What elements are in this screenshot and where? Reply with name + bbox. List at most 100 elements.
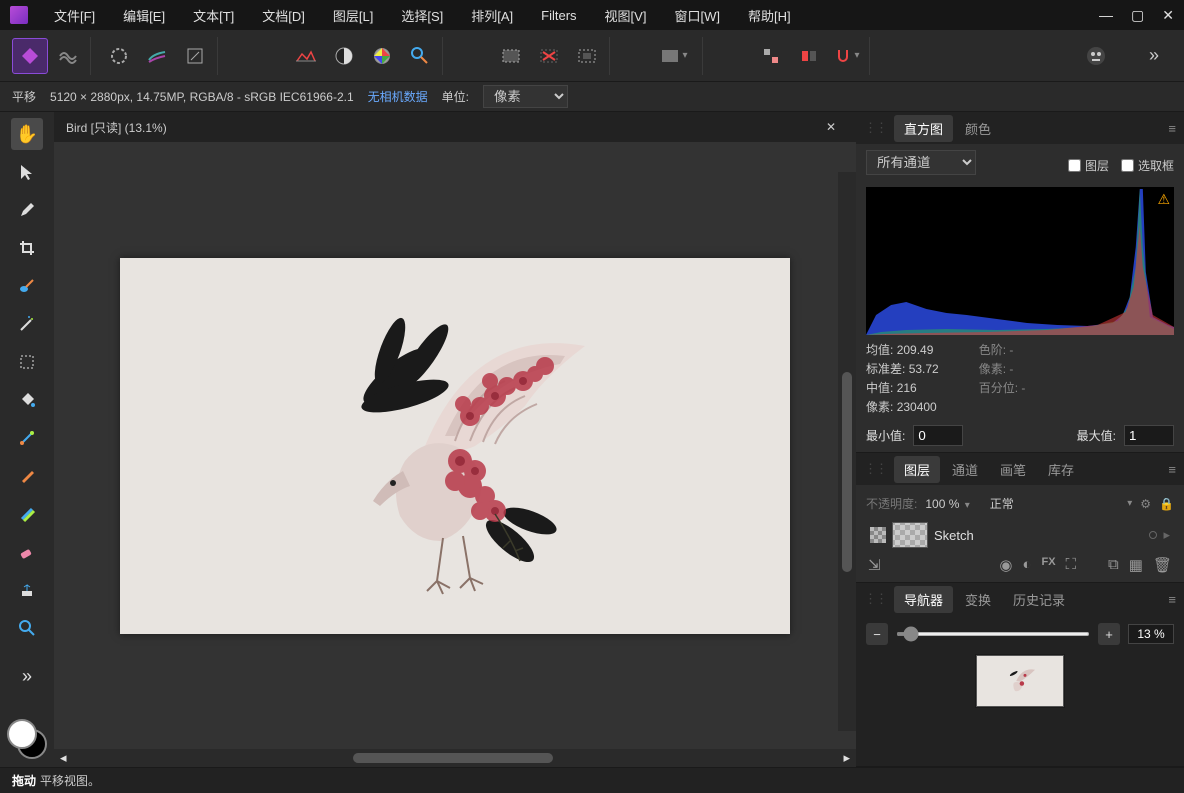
- color-wheel-icon[interactable]: [364, 38, 400, 74]
- tab-brushes[interactable]: 画笔: [990, 456, 1036, 483]
- adjustment-icon[interactable]: ◐: [1022, 556, 1031, 574]
- clone-tool[interactable]: [11, 574, 43, 606]
- gear-icon[interactable]: ⚙: [1140, 497, 1151, 511]
- panel-menu-icon[interactable]: ≡: [1168, 121, 1176, 136]
- delete-icon[interactable]: 🗑: [1153, 556, 1172, 574]
- histogram-selection-check[interactable]: 选取框: [1121, 157, 1174, 174]
- tab-stock[interactable]: 库存: [1038, 456, 1084, 483]
- layer-name[interactable]: Sketch: [934, 528, 1143, 543]
- opacity-value[interactable]: 100 % ▾: [925, 497, 969, 511]
- fx-icon[interactable]: FX: [1041, 556, 1055, 574]
- histogram-channel-select[interactable]: 所有通道: [866, 150, 976, 175]
- zoom-in-button[interactable]: +: [1098, 623, 1120, 645]
- move-tool[interactable]: [11, 156, 43, 188]
- panel-menu-icon[interactable]: ≡: [1168, 462, 1176, 477]
- tab-histogram[interactable]: 直方图: [894, 115, 953, 142]
- navigator-thumbnail[interactable]: [976, 655, 1064, 707]
- auto-levels-icon[interactable]: [101, 38, 137, 74]
- arrange-flip-icon[interactable]: [791, 38, 827, 74]
- menu-view[interactable]: 视图[V]: [591, 6, 661, 25]
- layer-expand-icon[interactable]: ▸: [1163, 527, 1170, 543]
- contrast-adjust-icon[interactable]: [326, 38, 362, 74]
- white-balance-icon[interactable]: [402, 38, 438, 74]
- menu-window[interactable]: 窗口[W]: [660, 6, 734, 25]
- mask-icon[interactable]: ◉: [999, 556, 1012, 574]
- tab-color[interactable]: 颜色: [955, 115, 1001, 142]
- persona-liquify-icon[interactable]: [50, 38, 86, 74]
- layer-item[interactable]: Sketch ▸: [866, 518, 1174, 552]
- zoom-out-button[interactable]: −: [866, 623, 888, 645]
- selection-invert-icon[interactable]: [569, 38, 605, 74]
- arrange-align-icon[interactable]: [753, 38, 789, 74]
- flood-fill-tool[interactable]: [11, 384, 43, 416]
- selection-all-icon[interactable]: [493, 38, 529, 74]
- eraser-tool[interactable]: [11, 536, 43, 568]
- paintbrush-tool[interactable]: [11, 194, 43, 226]
- min-input[interactable]: [913, 425, 963, 446]
- hand-tool[interactable]: ✋: [11, 118, 43, 150]
- menu-text[interactable]: 文本[T]: [179, 6, 248, 25]
- duplicate-icon[interactable]: ⧉: [1108, 556, 1119, 574]
- zoom-slider[interactable]: [896, 632, 1090, 636]
- group-icon[interactable]: ▦: [1129, 556, 1143, 574]
- menu-layer[interactable]: 图层[L]: [319, 6, 387, 25]
- layer-tag-icon[interactable]: [1149, 531, 1157, 539]
- panel-grip-icon[interactable]: ⋮⋮: [864, 591, 886, 607]
- snap-toggle-icon[interactable]: ▾: [829, 38, 865, 74]
- panel-grip-icon[interactable]: ⋮⋮: [864, 461, 886, 477]
- units-select[interactable]: 像素: [483, 85, 568, 108]
- tools-overflow[interactable]: »: [11, 660, 43, 692]
- window-minimize-icon[interactable]: —: [1099, 7, 1113, 24]
- tab-channels[interactable]: 通道: [942, 456, 988, 483]
- window-close-icon[interactable]: ✕: [1162, 7, 1174, 24]
- max-input[interactable]: [1124, 425, 1174, 446]
- quickmask-icon[interactable]: ▾: [650, 38, 698, 74]
- window-maximize-icon[interactable]: ▢: [1131, 7, 1144, 24]
- camera-data-link[interactable]: 无相机数据: [368, 88, 428, 105]
- marquee-tool[interactable]: [11, 346, 43, 378]
- menu-document[interactable]: 文档[D]: [248, 6, 319, 25]
- account-icon[interactable]: [1078, 38, 1114, 74]
- layers-merge-icon[interactable]: ⇲: [868, 556, 881, 574]
- selection-deselect-icon[interactable]: [531, 38, 567, 74]
- canvas-scrollbar-h[interactable]: ◂▸: [54, 749, 856, 767]
- persona-photo-icon[interactable]: [12, 38, 48, 74]
- menu-file[interactable]: 文件[F]: [40, 6, 109, 25]
- auto-colors-icon[interactable]: [177, 38, 213, 74]
- color-swatches[interactable]: [7, 719, 47, 759]
- menu-arrange[interactable]: 排列[A]: [457, 6, 527, 25]
- blend-chevron-icon[interactable]: ▾: [1127, 498, 1132, 509]
- crop-tool[interactable]: [11, 232, 43, 264]
- histogram-warning-icon[interactable]: ⚠: [1157, 191, 1170, 208]
- zoom-tool[interactable]: [11, 612, 43, 644]
- crop-layer-icon[interactable]: ⛶: [1066, 556, 1077, 574]
- healing-tool[interactable]: [11, 498, 43, 530]
- pen-tool[interactable]: [11, 460, 43, 492]
- menu-filters[interactable]: Filters: [527, 8, 590, 23]
- canvas[interactable]: [120, 258, 790, 634]
- panel-grip-icon[interactable]: ⋮⋮: [864, 120, 886, 136]
- canvas-scrollbar-v[interactable]: [838, 172, 856, 731]
- magic-wand-tool[interactable]: [11, 308, 43, 340]
- menu-help[interactable]: 帮助[H]: [734, 6, 805, 25]
- selection-brush-tool[interactable]: [11, 270, 43, 302]
- menu-edit[interactable]: 编辑[E]: [109, 6, 179, 25]
- auto-contrast-icon[interactable]: [139, 38, 175, 74]
- menu-select[interactable]: 选择[S]: [387, 6, 457, 25]
- foreground-color[interactable]: [7, 719, 37, 749]
- gradient-tool[interactable]: [11, 422, 43, 454]
- tab-navigator[interactable]: 导航器: [894, 586, 953, 613]
- tab-history[interactable]: 历史记录: [1003, 586, 1075, 613]
- levels-adjust-icon[interactable]: [288, 38, 324, 74]
- document-tab[interactable]: Bird [只读] (13.1%): [66, 119, 167, 136]
- tab-layers[interactable]: 图层: [894, 456, 940, 483]
- lock-icon[interactable]: 🔒: [1159, 497, 1174, 511]
- layer-visibility-icon[interactable]: [870, 527, 886, 543]
- zoom-value-input[interactable]: [1128, 624, 1174, 644]
- tab-transform[interactable]: 变换: [955, 586, 1001, 613]
- blend-mode-select[interactable]: 正常: [990, 495, 1014, 512]
- overflow-icon[interactable]: »: [1136, 38, 1172, 74]
- histogram-layer-check[interactable]: 图层: [1068, 157, 1109, 174]
- panel-menu-icon[interactable]: ≡: [1168, 592, 1176, 607]
- tab-close-icon[interactable]: ✕: [818, 120, 844, 134]
